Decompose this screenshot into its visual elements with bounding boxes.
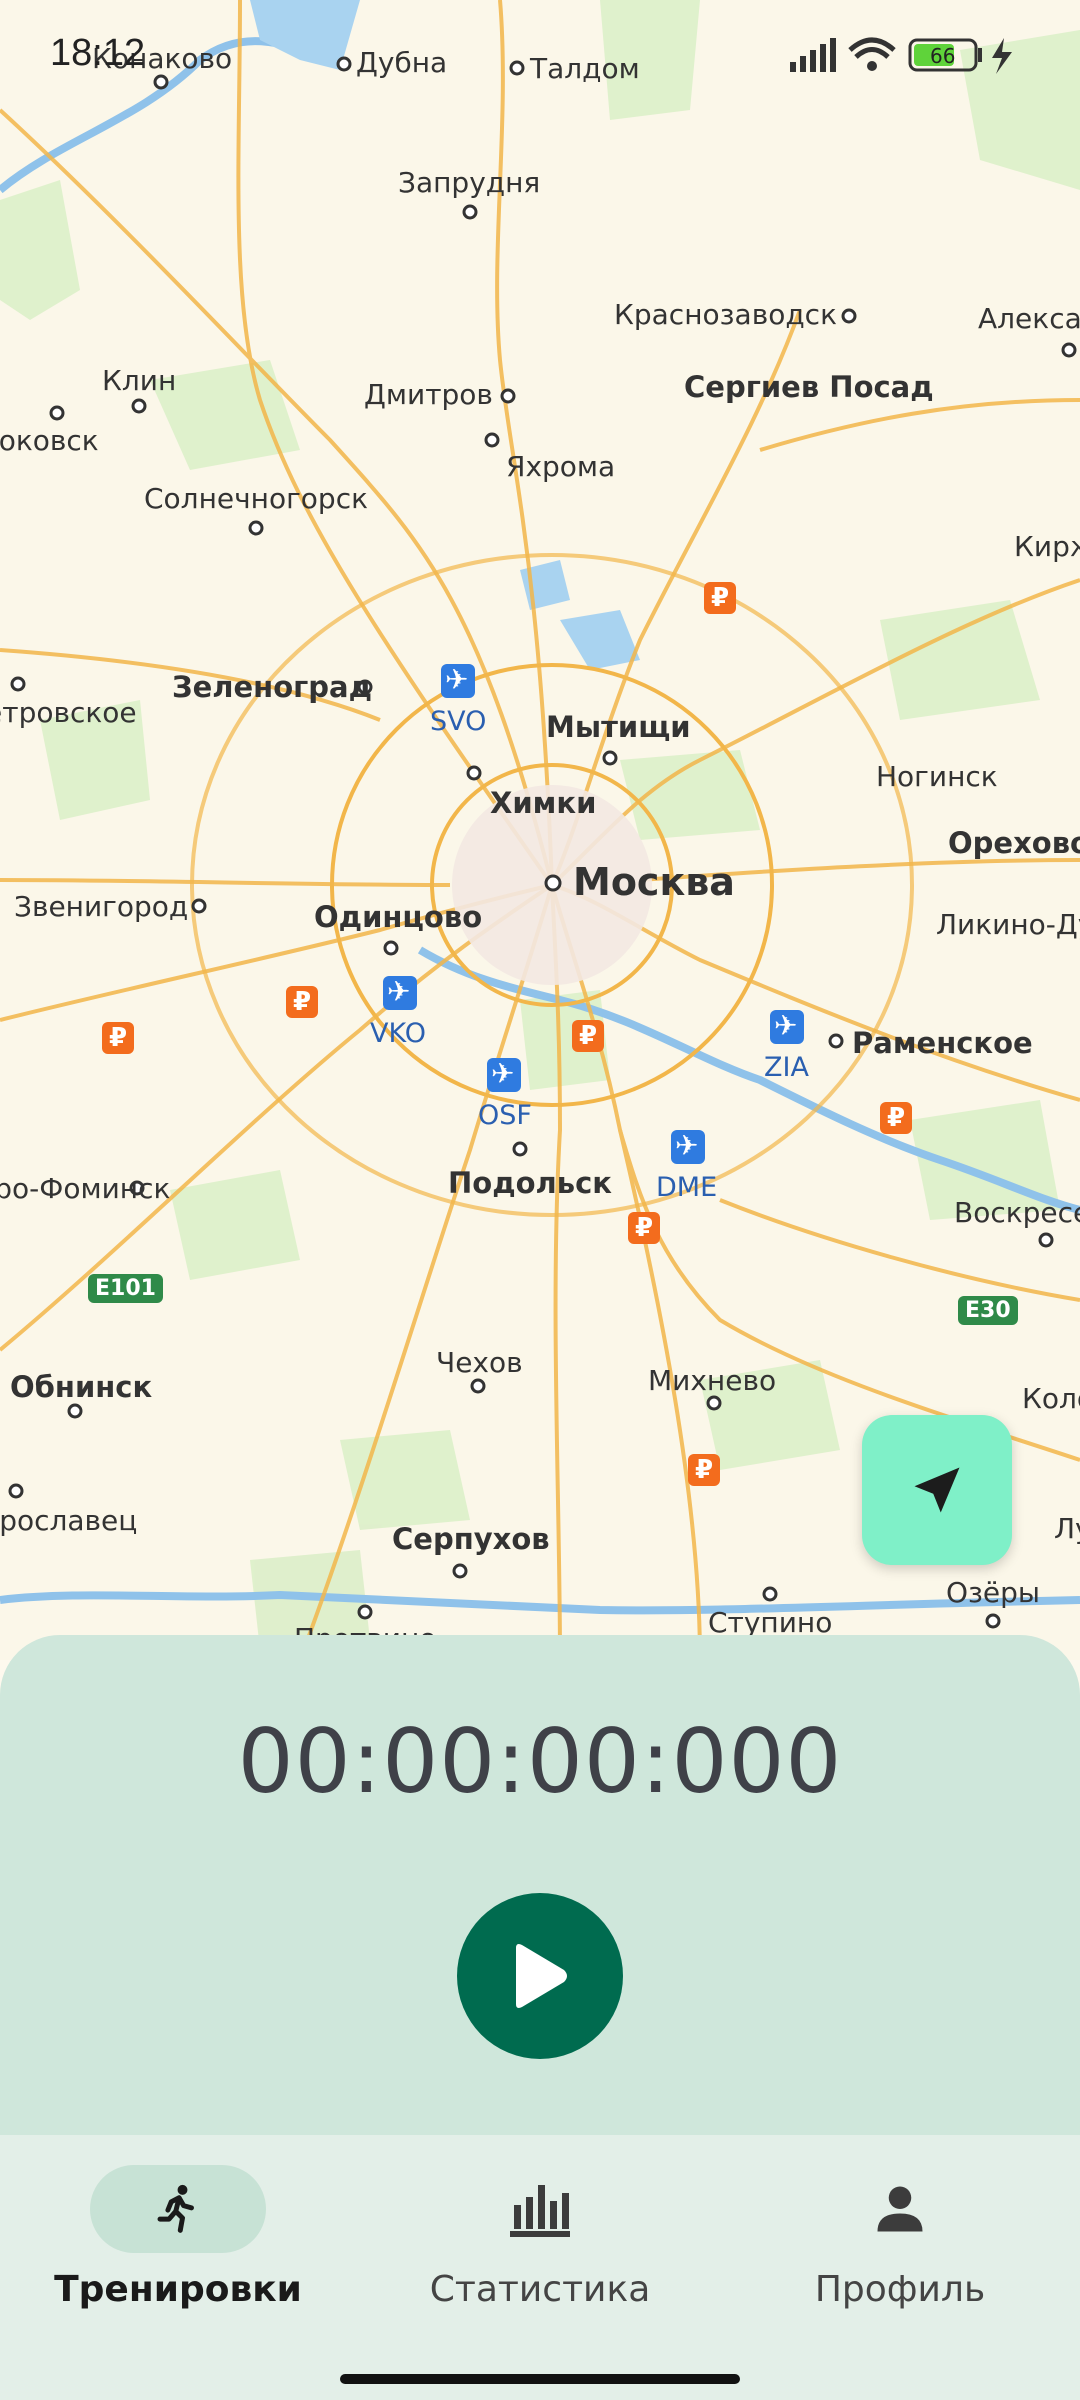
airport-code: DME bbox=[656, 1172, 718, 1203]
nav-item-statistics[interactable]: Статистика bbox=[390, 2165, 690, 2310]
city-label: Дмитров bbox=[364, 378, 493, 411]
nav-label: Профиль bbox=[814, 2269, 986, 2310]
nav-label: Тренировки bbox=[54, 2269, 302, 2310]
airport-code: VKO bbox=[370, 1018, 426, 1049]
nav-icon-container bbox=[90, 2165, 266, 2253]
city-label: Высоковск bbox=[0, 424, 99, 457]
city-label: Клин bbox=[102, 364, 177, 397]
city-label: Звенигород bbox=[14, 890, 189, 923]
city-label: Малоярославец bbox=[0, 1504, 138, 1537]
my-location-button[interactable] bbox=[862, 1415, 1012, 1565]
city-label: Коломна bbox=[1022, 1382, 1080, 1415]
home-indicator[interactable] bbox=[340, 2374, 740, 2384]
status-time: 18:12 bbox=[50, 32, 146, 74]
city-label: Луховицы bbox=[1054, 1512, 1080, 1545]
nav-label: Статистика bbox=[429, 2269, 651, 2310]
city-label: Зеленоград bbox=[172, 670, 373, 704]
status-icons: 66 bbox=[790, 32, 1030, 83]
city-label: Ликино-Дулёво bbox=[936, 908, 1080, 941]
city-label: Воскресенск bbox=[954, 1196, 1080, 1229]
city-label: Наро-Фоминск bbox=[0, 1172, 171, 1205]
ruble-icon: ₽ bbox=[688, 1454, 720, 1486]
city-label: Сергиев Посад bbox=[684, 370, 934, 404]
ruble-icon: ₽ bbox=[102, 1022, 134, 1054]
city-label: Химки bbox=[490, 786, 597, 820]
city-label: Ногинск bbox=[876, 760, 998, 793]
map-view[interactable]: Конаково Дубна Талдом Запрудня Краснозав… bbox=[0, 0, 1080, 1660]
airport-icon bbox=[770, 1009, 804, 1044]
city-label: Александров bbox=[978, 302, 1080, 335]
airport-code: OSF bbox=[478, 1100, 532, 1131]
city-label: Орехово-Зуево bbox=[948, 826, 1080, 860]
bottom-navigation: Тренировки Статистика Профиль bbox=[0, 2135, 1080, 2400]
road-shield: E101 bbox=[88, 1274, 163, 1303]
airport-icon bbox=[671, 1129, 705, 1164]
start-workout-button[interactable] bbox=[457, 1893, 623, 2059]
status-bar: 18:12 66 bbox=[0, 0, 1080, 110]
city-label: Петровское bbox=[0, 696, 137, 729]
airport-code: ZIA bbox=[764, 1052, 809, 1083]
running-person-icon bbox=[157, 2184, 194, 2233]
bar-chart-icon bbox=[510, 2185, 570, 2237]
ruble-icon: ₽ bbox=[286, 986, 318, 1018]
nav-icon-container bbox=[812, 2165, 988, 2253]
ruble-icon: ₽ bbox=[880, 1102, 912, 1134]
ruble-icon: ₽ bbox=[704, 582, 736, 614]
person-icon bbox=[877, 2186, 923, 2232]
navigation-arrow-icon bbox=[914, 1467, 960, 1513]
airport-code: SVO bbox=[430, 706, 487, 737]
city-label: Раменское bbox=[852, 1026, 1033, 1060]
airport-icon bbox=[383, 975, 417, 1010]
play-icon bbox=[516, 1944, 567, 2008]
nav-icon-container bbox=[452, 2165, 628, 2253]
city-label: Серпухов bbox=[392, 1522, 550, 1556]
city-label: Киржач bbox=[1014, 530, 1080, 563]
svg-text:66: 66 bbox=[930, 44, 955, 68]
city-label: Солнечногорск bbox=[144, 482, 369, 515]
nav-item-workouts[interactable]: Тренировки bbox=[28, 2165, 328, 2310]
nav-item-profile[interactable]: Профиль bbox=[750, 2165, 1050, 2310]
airport-icon bbox=[487, 1057, 521, 1092]
city-label: Обнинск bbox=[10, 1370, 153, 1404]
airport-icon bbox=[441, 663, 475, 698]
map-canvas bbox=[0, 0, 1080, 1660]
city-label: Подольск bbox=[448, 1166, 612, 1200]
ruble-icon: ₽ bbox=[572, 1020, 604, 1052]
city-label: Одинцово bbox=[314, 900, 483, 934]
city-label: Краснозаводск bbox=[614, 298, 837, 331]
city-label: Михнево bbox=[648, 1364, 777, 1397]
city-label: Чехов bbox=[436, 1346, 523, 1379]
city-label: Мытищи bbox=[546, 710, 691, 744]
signal-wifi-battery-icon: 66 bbox=[790, 37, 1012, 74]
city-label-capital: Москва bbox=[573, 860, 735, 904]
ruble-icon: ₽ bbox=[628, 1212, 660, 1244]
city-label: Запрудня bbox=[398, 166, 541, 199]
city-label: Яхрома bbox=[506, 450, 616, 483]
stopwatch-display: 00:00:00:000 bbox=[237, 1710, 843, 1813]
city-label: Озёры bbox=[946, 1576, 1041, 1609]
road-shield: E30 bbox=[958, 1296, 1018, 1325]
